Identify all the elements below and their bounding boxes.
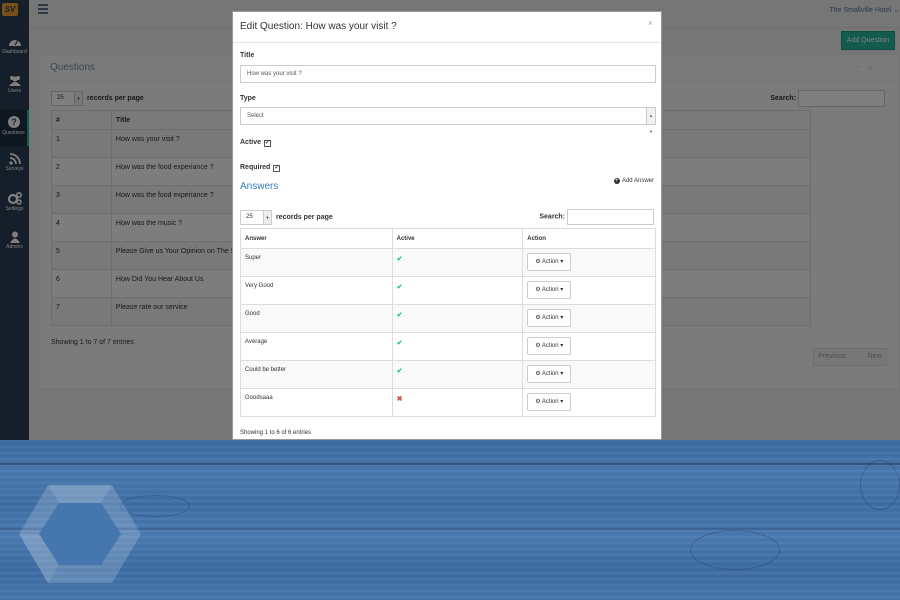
answer-active: ✔ [391, 248, 524, 277]
gear-icon: ⚙ [535, 399, 541, 405]
answer-row: Could be better ✔ ⚙ Action ▾ [240, 360, 656, 389]
answers-search-control: Search: [539, 209, 654, 225]
answer-action-cell: ⚙ Action ▾ [522, 388, 656, 417]
answer-active: ✔ [391, 304, 524, 333]
action-label: Action [541, 287, 559, 293]
action-dropdown-button[interactable]: ⚙ Action ▾ [527, 253, 572, 271]
gear-icon: ⚙ [535, 259, 541, 265]
caret-down-icon: ▾ [560, 343, 564, 349]
answers-length-select[interactable]: 25 ▼ [240, 210, 272, 225]
search-label: Search: [539, 213, 566, 221]
chevron-down-icon: ▼ [263, 211, 271, 224]
action-dropdown-button[interactable]: ⚙ Action ▾ [527, 393, 572, 411]
type-label: Type [240, 95, 256, 102]
answers-table-info: Showing 1 to 6 of 6 entries [240, 430, 312, 436]
caret-down-icon: ▾ [560, 259, 564, 265]
title-input[interactable]: How was your visit ? [240, 65, 656, 83]
caret-down-icon: ▾ [560, 315, 564, 321]
answer-action-cell: ⚙ Action ▾ [522, 248, 656, 277]
close-button[interactable]: × [648, 18, 653, 28]
plus-circle-icon: + [613, 178, 620, 184]
required-field: Required ✓ [240, 164, 281, 172]
wood-knot [860, 460, 900, 510]
answer-active: ✔ [391, 332, 524, 361]
modal-header: Edit Question: How was your visit ? × [233, 12, 661, 43]
answers-table: Answer Active Action Super ✔ ⚙ Action ▾ Ver… [240, 228, 656, 417]
column-header[interactable]: Action [522, 228, 656, 249]
plank-seam [0, 463, 900, 465]
answer-row: Very Good ✔ ⚙ Action ▾ [240, 276, 656, 305]
gear-icon: ⚙ [535, 343, 541, 349]
caret-down-icon: ▾ [560, 371, 564, 377]
answer-action-cell: ⚙ Action ▾ [522, 304, 656, 333]
type-select[interactable]: Select ▲ ▼ [240, 107, 656, 134]
check-icon: ✔ [396, 368, 403, 375]
caret-down-icon: ▾ [560, 287, 564, 293]
check-icon: ✔ [396, 284, 403, 291]
modal-title: Edit Question: How was your visit ? [240, 21, 397, 32]
answer-action-cell: ⚙ Action ▾ [522, 332, 656, 361]
action-dropdown-button[interactable]: ⚙ Action ▾ [527, 365, 572, 383]
chevron-down-icon: ▲ ▼ [646, 108, 655, 134]
answer-text: Super [240, 248, 393, 277]
caret-down-icon: ▾ [560, 399, 564, 405]
action-label: Action [541, 343, 559, 349]
active-label: Active [240, 139, 262, 146]
gear-icon: ⚙ [535, 371, 541, 377]
answer-row: Good ✔ ⚙ Action ▾ [240, 304, 656, 333]
action-label: Action [541, 315, 559, 321]
answer-active: ✔ [391, 276, 524, 305]
answer-text: Goodsaaa [240, 388, 393, 417]
answer-action-cell: ⚙ Action ▾ [522, 360, 656, 389]
required-label: Required [240, 164, 271, 171]
answer-row: Average ✔ ⚙ Action ▾ [240, 332, 656, 361]
hexagon-logo-icon [19, 485, 141, 583]
answer-active: ✖ [391, 388, 524, 417]
action-dropdown-button[interactable]: ⚙ Action ▾ [527, 309, 572, 327]
action-label: Action [541, 371, 559, 377]
answer-row: Goodsaaa ✖ ⚙ Action ▾ [240, 388, 656, 417]
answer-text: Very Good [240, 276, 393, 305]
check-icon: ✔ [396, 256, 403, 263]
column-header[interactable]: Active [391, 228, 524, 249]
close-icon: ✖ [396, 396, 403, 403]
answer-active: ✔ [391, 360, 524, 389]
answers-search-input[interactable] [567, 209, 654, 225]
wood-background [0, 440, 900, 600]
add-answer-label: Add Answer [621, 178, 654, 184]
answer-action-cell: ⚙ Action ▾ [522, 276, 656, 305]
answer-row: Super ✔ ⚙ Action ▾ [240, 248, 656, 277]
check-icon: ✔ [396, 312, 403, 319]
required-checkbox[interactable]: ✓ [273, 165, 281, 172]
gear-icon: ⚙ [535, 315, 541, 321]
add-answer-button[interactable]: + Add Answer [613, 178, 654, 184]
app-window: SV Dashboard Users ? Questions [0, 0, 900, 440]
wood-knot [690, 530, 780, 570]
action-dropdown-button[interactable]: ⚙ Action ▾ [527, 337, 572, 355]
records-per-page-label: records per page [275, 214, 333, 221]
answer-text: Good [240, 304, 393, 333]
column-header[interactable]: Answer [240, 228, 393, 249]
title-label: Title [240, 52, 255, 59]
type-value: Select [247, 113, 264, 119]
answer-text: Could be better [240, 360, 393, 389]
action-dropdown-button[interactable]: ⚙ Action ▾ [527, 281, 572, 299]
length-value: 25 [246, 214, 253, 220]
gear-icon: ⚙ [535, 287, 541, 293]
active-checkbox[interactable]: ✓ [263, 140, 271, 147]
answers-length-control: 25 ▼ records per page [240, 210, 333, 225]
edit-question-modal: Edit Question: How was your visit ? × Ti… [232, 11, 662, 440]
active-field: Active ✓ [240, 139, 271, 147]
check-icon: ✔ [396, 340, 403, 347]
action-label: Action [541, 399, 559, 405]
action-label: Action [541, 259, 559, 265]
answers-heading: Answers [240, 181, 279, 192]
answer-text: Average [240, 332, 393, 361]
